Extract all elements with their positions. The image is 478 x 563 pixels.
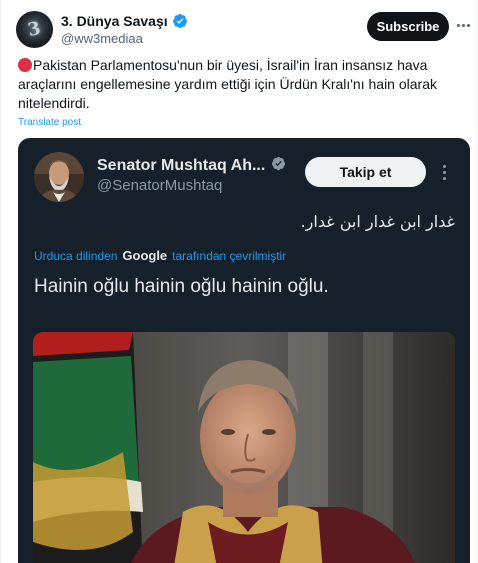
- embedded-post-screenshot[interactable]: Senator Mushtaq Ah... @SenatorMushtaq Ta…: [18, 138, 470, 563]
- post-text: Pakistan Parlamentosu'nun bir üyesi, İsr…: [18, 57, 437, 111]
- embedded-author-name: Senator Mushtaq Ah...: [97, 157, 266, 174]
- original-arabic-text: غدار ابن غدار ابن غدار.: [300, 212, 455, 231]
- post: 3 3. Dünya Savaşı @ww3mediaa Subscribe P…: [0, 0, 478, 563]
- author-handle[interactable]: @ww3mediaa: [61, 31, 143, 46]
- translation-prefix: Urduca dilinden: [34, 248, 118, 263]
- red-circle-icon: [18, 58, 32, 72]
- more-options-icon[interactable]: [453, 14, 473, 36]
- translation-attribution: Urduca dilinden Google tarafından çevril…: [34, 248, 286, 263]
- embedded-author-name-row: Senator Mushtaq Ah...: [97, 156, 286, 176]
- google-brand: Google: [122, 248, 168, 263]
- senator-avatar: [34, 152, 84, 202]
- verified-badge-icon: [271, 156, 286, 176]
- ww3-logo-icon: 3: [26, 17, 43, 42]
- subscribe-button[interactable]: Subscribe: [367, 12, 449, 41]
- post-text-block: Pakistan Parlamentosu'nun bir üyesi, İsr…: [18, 56, 463, 113]
- king-portrait-photo: [33, 332, 455, 563]
- translate-post-link[interactable]: Translate post: [18, 117, 81, 128]
- verified-badge-icon: [172, 13, 188, 29]
- author-name[interactable]: 3. Dünya Savaşı: [61, 13, 168, 29]
- follow-button: Takip et: [305, 157, 426, 187]
- translation-suffix: tarafından çevrilmiştir: [172, 248, 287, 263]
- embedded-author-handle: @SenatorMushtaq: [97, 177, 223, 194]
- translated-text: Hainin oğlu hainin oğlu hainin oğlu.: [34, 276, 329, 297]
- more-options-icon: [438, 160, 450, 184]
- author-name-row: 3. Dünya Savaşı: [61, 13, 188, 29]
- author-avatar[interactable]: 3: [16, 11, 53, 48]
